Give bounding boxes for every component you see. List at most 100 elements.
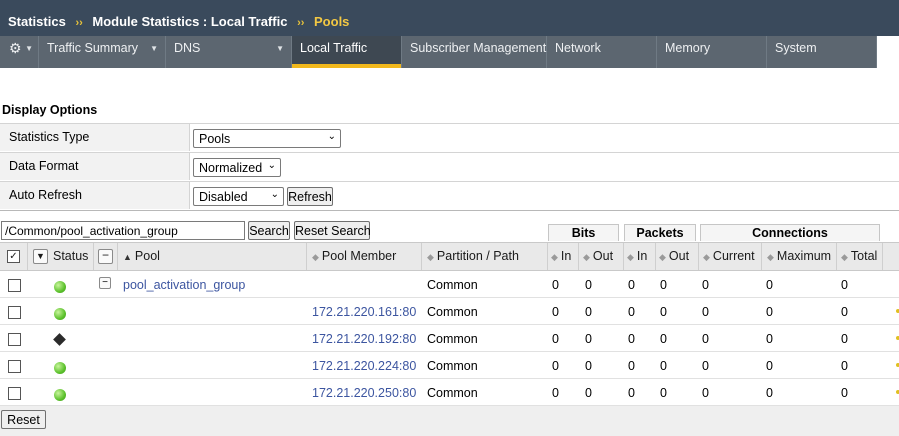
bits-in: 0 — [552, 386, 559, 400]
tab-label: Traffic Summary — [47, 41, 138, 55]
status-filter-dropdown[interactable]: ▼ — [33, 249, 48, 264]
breadcrumb-statistics[interactable]: Statistics — [8, 14, 66, 29]
total-connections: 0 — [841, 332, 848, 346]
tab-system[interactable]: System — [767, 36, 877, 68]
reset-button[interactable]: Reset — [1, 410, 46, 429]
table-row: 172.21.220.161:80 Common 0 0 0 0 0 0 0 — [0, 298, 899, 325]
row-checkbox[interactable] — [8, 279, 21, 292]
breadcrumb-separator: ›› — [297, 17, 305, 29]
collapse-all-button[interactable]: − — [98, 249, 113, 264]
current-connections: 0 — [702, 332, 709, 346]
search-button[interactable]: Search — [248, 221, 290, 240]
sort-icon: ◆ — [551, 252, 558, 262]
data-format-label: Data Format — [9, 159, 79, 173]
pool-name-link[interactable]: pool_activation_group — [123, 278, 245, 292]
group-header-bits: Bits — [548, 224, 619, 241]
packets-out: 0 — [660, 332, 667, 346]
packets-in: 0 — [628, 359, 635, 373]
settings-menu[interactable]: ⚙ ▼ — [0, 36, 39, 68]
chevron-down-icon: ⌄ — [267, 160, 276, 171]
statistics-type-row: Statistics Type Pools ⌄ — [0, 123, 899, 151]
pool-member-link[interactable]: 172.21.220.250:80 — [312, 386, 416, 400]
current-connections: 0 — [702, 305, 709, 319]
search-input[interactable]: /Common/pool_activation_group — [1, 221, 245, 240]
partition-path: Common — [427, 386, 478, 400]
partition-column-header[interactable]: ◆ Partition / Path — [422, 243, 548, 270]
row-checkbox[interactable] — [8, 333, 21, 346]
maximum-connections: 0 — [766, 278, 773, 292]
status-available-icon — [54, 308, 66, 320]
status-available-icon — [54, 281, 66, 293]
tab-network[interactable]: Network — [547, 36, 657, 68]
pool-member-column-header[interactable]: ◆ Pool Member — [307, 243, 422, 270]
packets-out: 0 — [660, 386, 667, 400]
pool-member-link[interactable]: 172.21.220.224:80 — [312, 359, 416, 373]
select-all-checkbox[interactable]: ✓ — [7, 250, 20, 263]
data-format-select[interactable]: Normalized ⌄ — [193, 158, 281, 177]
data-format-row: Data Format Normalized ⌄ — [0, 152, 899, 180]
table-row: 172.21.220.224:80 Common 0 0 0 0 0 0 0 — [0, 352, 899, 379]
current-connections-column-header[interactable]: ◆ Current — [699, 243, 762, 270]
current-connections: 0 — [702, 278, 709, 292]
packets-in: 0 — [628, 332, 635, 346]
statistics-type-select[interactable]: Pools ⌄ — [193, 129, 341, 148]
bits-out: 0 — [585, 278, 592, 292]
chevron-down-icon: ▼ — [150, 44, 158, 53]
tab-label: Subscriber Management — [410, 41, 547, 55]
table-header: ✓ ▼ Status − ▲ Pool ◆ Pool Member ◆ Partiti… — [0, 242, 899, 271]
current-connections: 0 — [702, 359, 709, 373]
pool-member-link[interactable]: 172.21.220.192:80 — [312, 332, 416, 346]
sort-ascending-icon: ▲ — [123, 252, 132, 262]
breadcrumb-separator: ›› — [75, 17, 83, 29]
gear-icon: ⚙ — [9, 40, 22, 56]
tab-subscriber-management[interactable]: Subscriber Management — [402, 36, 547, 68]
tab-dns[interactable]: DNS ▼ — [166, 36, 292, 68]
tab-local-traffic[interactable]: Local Traffic — [292, 36, 402, 68]
refresh-button[interactable]: Refresh — [287, 187, 333, 206]
pool-member-link[interactable]: 172.21.220.161:80 — [312, 305, 416, 319]
module-nav: ⚙ ▼ Traffic Summary ▼ DNS ▼ Local Traffi… — [0, 36, 899, 68]
sort-icon: ◆ — [583, 252, 590, 262]
tab-traffic-summary[interactable]: Traffic Summary ▼ — [39, 36, 166, 68]
select-value: Normalized — [199, 161, 263, 175]
row-checkbox[interactable] — [8, 387, 21, 400]
breadcrumb: Statistics ›› Module Statistics : Local … — [0, 0, 899, 36]
packets-in-column-header[interactable]: ◆ In — [624, 243, 656, 270]
sort-icon: ◆ — [703, 252, 710, 262]
tab-memory[interactable]: Memory — [657, 36, 767, 68]
maximum-connections: 0 — [766, 305, 773, 319]
tab-label: Local Traffic — [300, 41, 368, 55]
packets-out: 0 — [660, 278, 667, 292]
current-connections: 0 — [702, 386, 709, 400]
maximum-connections-column-header[interactable]: ◆ Maximum — [762, 243, 837, 270]
bits-out-column-header[interactable]: ◆ Out — [579, 243, 624, 270]
auto-refresh-row: Auto Refresh Disabled ⌄ Refresh — [0, 181, 899, 209]
auto-refresh-select[interactable]: Disabled ⌄ — [193, 187, 284, 206]
row-checkbox[interactable] — [8, 360, 21, 373]
collapse-pool-button[interactable]: − — [99, 277, 111, 289]
chevron-down-icon: ⌄ — [327, 131, 336, 142]
packets-in: 0 — [628, 278, 635, 292]
sort-icon: ◆ — [427, 252, 434, 262]
bits-in-column-header[interactable]: ◆ In — [548, 243, 579, 270]
table-footer — [0, 406, 899, 436]
total-connections: 0 — [841, 359, 848, 373]
pool-column-header[interactable]: ▲ Pool — [118, 243, 307, 270]
sort-icon: ◆ — [312, 252, 319, 262]
sort-icon: ◆ — [659, 252, 666, 262]
breadcrumb-module-statistics[interactable]: Module Statistics : Local Traffic — [92, 14, 287, 29]
bits-in: 0 — [552, 359, 559, 373]
status-column-header[interactable]: ▼ Status — [28, 243, 94, 270]
packets-out-column-header[interactable]: ◆ Out — [656, 243, 699, 270]
chevron-down-icon: ▼ — [276, 44, 284, 53]
reset-search-button[interactable]: Reset Search — [294, 221, 371, 240]
tab-label: DNS — [174, 41, 201, 55]
status-available-icon — [54, 389, 66, 401]
row-checkbox[interactable] — [8, 306, 21, 319]
total-connections-column-header[interactable]: ◆ Total — [837, 243, 883, 270]
display-options-title: Display Options — [2, 103, 98, 117]
bits-out: 0 — [585, 386, 592, 400]
bits-out: 0 — [585, 305, 592, 319]
partition-path: Common — [427, 359, 478, 373]
partition-path: Common — [427, 332, 478, 346]
